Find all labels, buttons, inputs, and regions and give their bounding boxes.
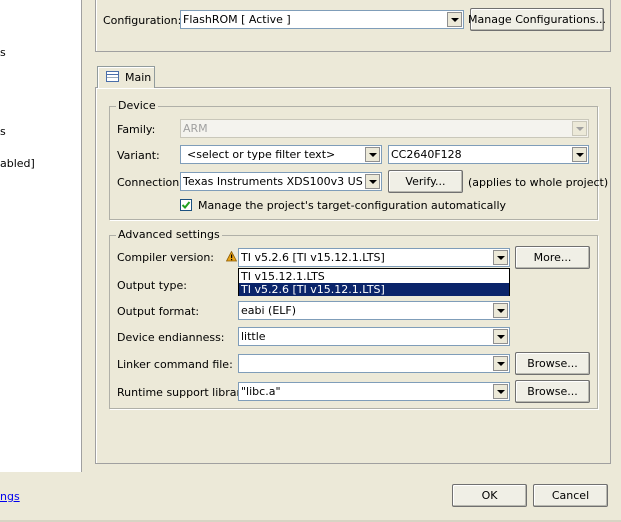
family-value: ARM [183, 122, 208, 135]
runtime-library-value: "libc.a" [241, 385, 281, 398]
compiler-option-2[interactable]: TI v5.2.6 [TI v15.12.1.LTS] [239, 283, 509, 296]
linker-command-label: Linker command file: [117, 358, 233, 371]
manage-target-checkbox[interactable] [180, 199, 192, 211]
variant-label: Variant: [117, 149, 160, 162]
more-button[interactable]: More... [515, 246, 590, 269]
output-format-value: eabi (ELF) [241, 304, 297, 317]
chevron-down-icon[interactable] [572, 147, 587, 162]
connection-label: Connection: [117, 176, 183, 189]
dialog-footer: ngs OK Cancel [0, 472, 621, 522]
chevron-down-icon[interactable] [365, 147, 380, 162]
device-legend: Device [116, 99, 158, 112]
chevron-down-icon[interactable] [365, 174, 380, 189]
family-select: ARM [180, 119, 589, 138]
connection-value: Texas Instruments XDS100v3 USB De [183, 175, 363, 188]
variant-filter-text: <select or type filter text> [187, 148, 336, 161]
endianness-value: little [241, 330, 266, 343]
family-label: Family: [117, 123, 156, 136]
compiler-version-value: TI v5.2.6 [TI v15.12.1.LTS] [241, 251, 385, 264]
chevron-down-icon[interactable] [493, 303, 508, 318]
compiler-version-label: Compiler version: [117, 251, 215, 264]
chevron-down-icon[interactable] [447, 12, 462, 27]
chevron-down-icon[interactable] [493, 356, 508, 371]
chevron-down-icon [572, 121, 587, 136]
left-nav-fragment-1[interactable]: s [0, 46, 6, 59]
applies-note: (applies to whole project) [468, 176, 609, 189]
configuration-select[interactable]: FlashROM [ Active ] [180, 10, 464, 29]
tab-main-label: Main [125, 71, 152, 84]
left-nav-fragment-3[interactable]: abled] [0, 157, 35, 170]
runtime-library-label: Runtime support library: [117, 386, 251, 399]
advanced-legend: Advanced settings [116, 228, 222, 241]
manage-configurations-button[interactable]: Manage Configurations... [468, 8, 606, 31]
chevron-down-icon[interactable] [493, 250, 508, 265]
variant-select[interactable]: CC2640F128 [388, 145, 589, 164]
configuration-value: FlashROM [ Active ] [183, 13, 291, 26]
left-nav-panel: s s abled] [0, 0, 82, 472]
runtime-library-select[interactable]: "libc.a" [238, 382, 510, 401]
variant-filter-select[interactable]: <select or type filter text> [180, 145, 382, 164]
left-nav-fragment-2[interactable]: s [0, 125, 6, 138]
output-type-label: Output type: [117, 279, 187, 292]
manage-target-label: Manage the project's target-configuratio… [198, 199, 507, 212]
configuration-label: Configuration: [103, 14, 182, 27]
chevron-down-icon[interactable] [493, 384, 508, 399]
checkmark-icon [181, 201, 191, 209]
compiler-version-select[interactable]: TI v5.2.6 [TI v15.12.1.LTS] [238, 248, 510, 267]
output-format-label: Output format: [117, 305, 200, 318]
connection-select[interactable]: Texas Instruments XDS100v3 USB De [180, 172, 382, 191]
compiler-version-dropdown: TI v15.12.1.LTS TI v5.2.6 [TI v15.12.1.L… [238, 268, 510, 296]
browse-runtime-button[interactable]: Browse... [515, 380, 590, 403]
verify-button[interactable]: Verify... [388, 170, 463, 193]
chevron-down-icon[interactable] [493, 329, 508, 344]
compiler-option-1[interactable]: TI v15.12.1.LTS [239, 270, 509, 283]
output-format-select[interactable]: eabi (ELF) [238, 301, 510, 320]
ok-button[interactable]: OK [452, 484, 527, 507]
variant-value: CC2640F128 [391, 148, 462, 161]
settings-link[interactable]: ngs [0, 490, 20, 503]
endianness-select[interactable]: little [238, 327, 510, 346]
linker-command-select[interactable] [238, 354, 510, 373]
endianness-label: Device endianness: [117, 331, 225, 344]
tab-main[interactable]: Main [97, 66, 155, 88]
cancel-button[interactable]: Cancel [533, 484, 608, 507]
browse-linker-button[interactable]: Browse... [515, 352, 590, 375]
warning-icon [225, 250, 238, 262]
table-icon [106, 71, 119, 82]
